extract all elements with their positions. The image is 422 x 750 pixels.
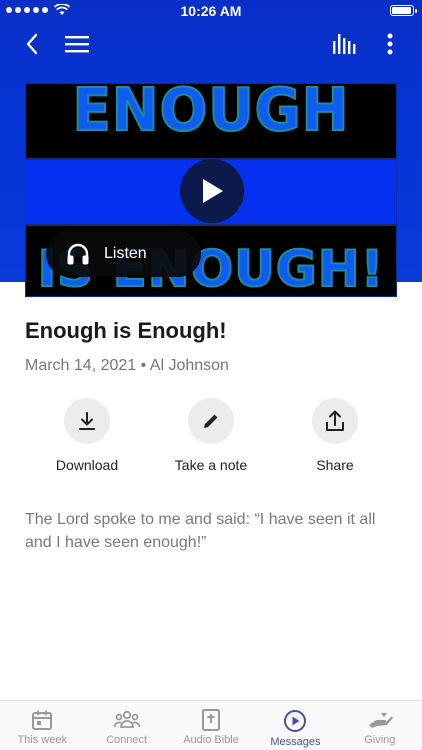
tab-this-week[interactable]: This week [0,701,84,750]
battery-icon [390,5,417,16]
action-row: Download Take a note Share [0,398,422,488]
more-options-button[interactable] [370,22,410,66]
tab-label: Messages [270,736,321,748]
download-icon [79,412,95,430]
sermon-description: The Lord spoke to me and said: “I have s… [25,511,376,551]
share-button[interactable]: Share [275,398,395,473]
nav-bar [0,22,422,66]
tab-label: This week [17,734,67,746]
sermon-meta: March 14, 2021 • Al Johnson [25,357,229,374]
headphones-icon [67,243,89,265]
share-icon [326,410,344,431]
hamburger-icon [65,36,89,53]
calendar-icon [32,710,53,730]
play-icon [203,179,223,203]
people-icon [113,710,140,728]
bible-icon [202,709,221,731]
tab-label: Connect [106,734,148,746]
take-note-button[interactable]: Take a note [151,398,271,473]
listen-button[interactable]: Listen [46,231,201,277]
audio-levels-button[interactable] [325,22,365,66]
download-button[interactable]: Download [27,398,147,473]
sermon-title: Enough is Enough! [25,318,227,343]
equalizer-icon [333,34,356,54]
tab-connect[interactable]: Connect [84,701,168,750]
tab-label: Giving [364,734,396,746]
tab-messages[interactable]: Messages [253,701,337,750]
video-player[interactable]: ENOUGH IS ENOUGH! Listen [25,83,397,297]
status-bar: 10:26 AM [0,0,422,22]
video-title-top: ENOUGH [71,83,350,146]
download-label: Download [55,457,119,473]
play-circle-icon [284,710,307,732]
share-label: Share [316,457,354,473]
tab-label: Audio Bible [183,734,239,746]
listen-label: Listen [104,245,147,262]
more-vertical-icon [387,33,393,55]
giving-hand-icon [368,713,393,728]
tab-giving[interactable]: Giving [338,701,422,750]
status-time: 10:26 AM [180,3,242,19]
tab-bar: This week Connect Audio Bible Messages G… [0,700,422,750]
pencil-icon [204,414,218,428]
tab-audio-bible[interactable]: Audio Bible [169,701,253,750]
take-note-label: Take a note [174,457,248,473]
play-button[interactable] [180,159,244,223]
chevron-left-icon [26,33,38,55]
menu-button[interactable] [57,22,97,66]
back-button[interactable] [12,22,52,66]
